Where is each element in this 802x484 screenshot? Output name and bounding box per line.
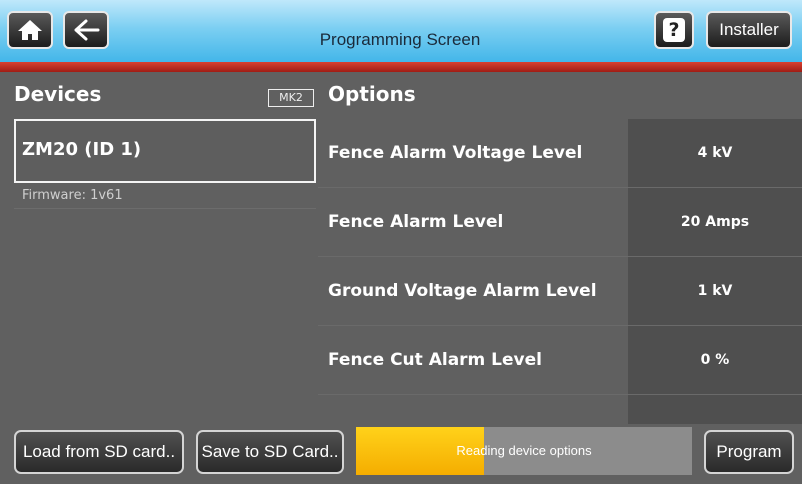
help-icon: ? <box>663 18 685 42</box>
option-row-fence-alarm-voltage[interactable]: Fence Alarm Voltage Level 4 kV <box>318 119 802 188</box>
option-label: Fence Cut Alarm Level <box>328 350 542 370</box>
help-button[interactable]: ? <box>654 11 694 49</box>
header-bar: Programming Screen ? Installer <box>0 0 802 62</box>
option-value[interactable]: 0 % <box>628 326 802 394</box>
option-row-partial[interactable] <box>318 395 802 424</box>
model-badge: MK2 <box>268 89 314 107</box>
option-value[interactable] <box>628 395 802 424</box>
options-list[interactable]: Fence Alarm Voltage Level 4 kV Fence Ala… <box>318 119 802 424</box>
save-to-sd-button[interactable]: Save to SD Card.. <box>196 430 344 474</box>
device-name: ZM20 (ID 1) <box>22 139 142 160</box>
options-heading: Options <box>328 82 416 106</box>
home-icon <box>18 20 42 40</box>
device-list-item[interactable]: ZM20 (ID 1) <box>14 119 316 183</box>
home-button[interactable] <box>7 11 53 49</box>
page-title: Programming Screen <box>319 30 481 49</box>
back-button[interactable] <box>63 11 109 49</box>
progress-text: Reading device options <box>456 443 592 458</box>
devices-heading: Devices <box>14 82 102 106</box>
option-label: Fence Alarm Voltage Level <box>328 143 583 163</box>
divider <box>14 208 316 209</box>
option-value[interactable]: 20 Amps <box>628 188 802 256</box>
header-accent-bar <box>0 62 802 72</box>
installer-button[interactable]: Installer <box>706 11 792 49</box>
program-button[interactable]: Program <box>704 430 794 474</box>
option-row-fence-alarm-level[interactable]: Fence Alarm Level 20 Amps <box>318 188 802 257</box>
option-value[interactable]: 1 kV <box>628 257 802 325</box>
arrow-left-icon <box>74 19 100 41</box>
option-value[interactable]: 4 kV <box>628 119 802 187</box>
option-row-fence-cut-alarm[interactable]: Fence Cut Alarm Level 0 % <box>318 326 802 395</box>
load-from-sd-button[interactable]: Load from SD card.. <box>14 430 184 474</box>
option-label: Fence Alarm Level <box>328 212 504 232</box>
option-row-ground-voltage-alarm[interactable]: Ground Voltage Alarm Level 1 kV <box>318 257 802 326</box>
progress-bar: Reading device options <box>356 427 692 475</box>
option-label: Ground Voltage Alarm Level <box>328 281 597 301</box>
device-firmware: Firmware: 1v61 <box>22 188 123 203</box>
